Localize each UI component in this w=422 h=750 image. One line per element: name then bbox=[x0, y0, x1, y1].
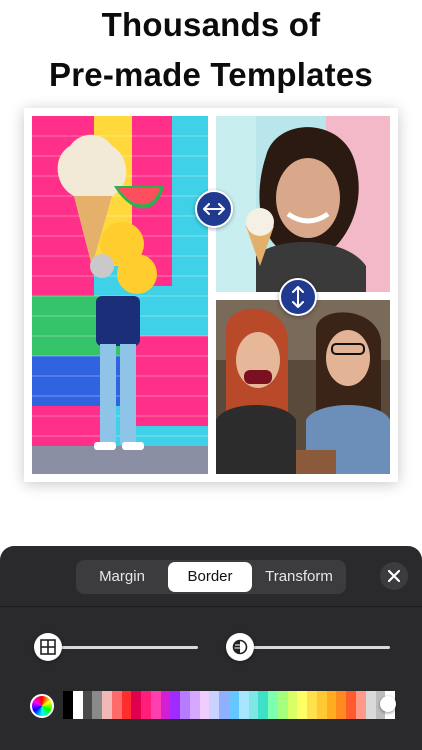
contrast-icon bbox=[232, 639, 248, 655]
color-swatch[interactable] bbox=[248, 691, 259, 719]
color-swatch[interactable] bbox=[141, 691, 151, 719]
close-button[interactable] bbox=[380, 562, 408, 590]
color-swatch[interactable] bbox=[72, 691, 83, 719]
color-swatch[interactable] bbox=[199, 691, 210, 719]
color-swatch[interactable] bbox=[316, 691, 327, 719]
color-swatch[interactable] bbox=[180, 691, 190, 719]
color-swatch[interactable] bbox=[326, 691, 337, 719]
color-swatch[interactable] bbox=[307, 691, 317, 719]
border-shade-slider-thumb[interactable] bbox=[226, 633, 254, 661]
photo-woman-ice-cream bbox=[216, 116, 390, 292]
photo-two-women-couch bbox=[216, 300, 390, 474]
tab-transform[interactable]: Transform bbox=[254, 562, 344, 592]
palette-selector-thumb[interactable] bbox=[380, 696, 396, 712]
headline-line-1: Thousands of bbox=[101, 6, 321, 43]
mode-segmented-control: Margin Border Transform bbox=[76, 560, 346, 594]
color-swatch[interactable] bbox=[92, 691, 103, 719]
color-swatch[interactable] bbox=[189, 691, 200, 719]
panel-divider bbox=[0, 606, 422, 607]
photo-brick-wall-balloons bbox=[32, 116, 208, 474]
resize-handle-vertical[interactable] bbox=[279, 278, 317, 316]
color-swatch[interactable] bbox=[346, 691, 356, 719]
color-swatch[interactable] bbox=[277, 691, 288, 719]
color-swatch[interactable] bbox=[121, 691, 132, 719]
color-swatch[interactable] bbox=[365, 691, 376, 719]
arrow-up-down-icon bbox=[292, 286, 304, 308]
arrow-left-right-icon bbox=[203, 203, 225, 215]
resize-handle-horizontal[interactable] bbox=[195, 190, 233, 228]
headline-line-2: Pre-made Templates bbox=[49, 56, 373, 93]
color-swatch[interactable] bbox=[63, 691, 73, 719]
color-swatch[interactable] bbox=[297, 691, 308, 719]
color-swatch[interactable] bbox=[209, 691, 220, 719]
color-palette[interactable] bbox=[63, 691, 396, 719]
color-swatch[interactable] bbox=[170, 691, 181, 719]
collage-card bbox=[24, 108, 398, 482]
grid-icon bbox=[40, 639, 56, 655]
color-swatch[interactable] bbox=[268, 691, 278, 719]
color-swatch[interactable] bbox=[229, 691, 239, 719]
color-swatch[interactable] bbox=[160, 691, 171, 719]
color-swatch[interactable] bbox=[102, 691, 112, 719]
tab-margin[interactable]: Margin bbox=[78, 562, 166, 592]
color-swatch[interactable] bbox=[111, 691, 122, 719]
collage-cell-left[interactable] bbox=[32, 116, 208, 474]
color-wheel-icon[interactable] bbox=[30, 694, 54, 718]
color-swatch[interactable] bbox=[355, 691, 366, 719]
color-swatch[interactable] bbox=[258, 691, 269, 719]
tab-border[interactable]: Border bbox=[168, 562, 252, 592]
close-icon bbox=[388, 570, 400, 582]
collage-cell-top-right[interactable] bbox=[216, 116, 390, 292]
color-swatch[interactable] bbox=[336, 691, 347, 719]
border-editor-panel: Margin Border Transform bbox=[0, 546, 422, 750]
color-swatch[interactable] bbox=[238, 691, 249, 719]
border-width-slider-thumb[interactable] bbox=[34, 633, 62, 661]
color-swatch[interactable] bbox=[150, 691, 161, 719]
color-swatch[interactable] bbox=[287, 691, 298, 719]
color-swatch[interactable] bbox=[131, 691, 142, 719]
color-swatch[interactable] bbox=[82, 691, 93, 719]
collage-cell-bottom-right[interactable] bbox=[216, 300, 390, 474]
color-swatch[interactable] bbox=[219, 691, 230, 719]
